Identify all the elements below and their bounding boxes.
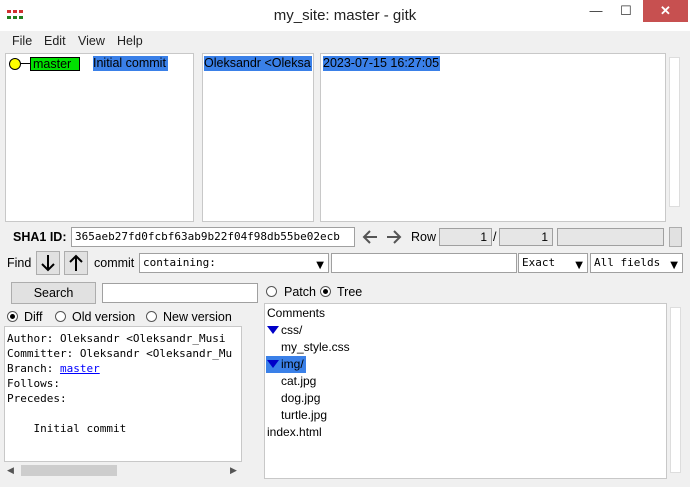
find-label: Find bbox=[7, 256, 32, 270]
commit-list-scrollbar[interactable] bbox=[666, 53, 683, 222]
find-input[interactable] bbox=[331, 253, 517, 273]
commit-dot[interactable] bbox=[9, 58, 21, 70]
committer-line: Committer: Oleksandr <Oleksandr_Mu bbox=[7, 347, 233, 360]
tree-folder-img[interactable]: img/ bbox=[281, 356, 304, 373]
chevron-down-icon: ▼ bbox=[575, 260, 583, 271]
menu-file[interactable]: File bbox=[12, 31, 32, 51]
details-h-scrollbar[interactable]: ◀ ▶ bbox=[4, 462, 242, 479]
menu-edit[interactable]: Edit bbox=[44, 31, 66, 51]
find-mode-value: Exact bbox=[522, 256, 556, 269]
find-fields-select[interactable]: All fields ▼ bbox=[590, 253, 683, 273]
precedes-line: Precedes: bbox=[7, 392, 67, 405]
find-down-button[interactable] bbox=[36, 251, 60, 275]
tree-file-index[interactable]: index.html bbox=[267, 424, 322, 441]
commit-message-text: Initial commit bbox=[7, 422, 127, 435]
chevron-down-icon: ▼ bbox=[316, 260, 324, 271]
patch-label: Patch bbox=[284, 285, 316, 299]
branch-link[interactable]: master bbox=[60, 362, 100, 375]
commit-date[interactable]: 2023-07-15 16:27:05 bbox=[323, 56, 440, 71]
sha1-label: SHA1 ID: bbox=[13, 230, 67, 244]
find-type-select[interactable]: containing: ▼ bbox=[139, 253, 329, 273]
commit-author[interactable]: Oleksandr <Oleksa bbox=[204, 56, 312, 71]
search-input[interactable] bbox=[102, 283, 258, 303]
find-type-value: containing: bbox=[143, 256, 216, 269]
old-version-radio[interactable] bbox=[55, 311, 66, 322]
maximize-button[interactable]: ☐ bbox=[613, 0, 639, 22]
menu-view[interactable]: View bbox=[78, 31, 105, 51]
find-fields-value: All fields bbox=[594, 256, 661, 269]
back-arrow-icon[interactable] bbox=[360, 227, 380, 247]
file-tree-pane[interactable]: Comments css/ my_style.css img/ cat.jpg … bbox=[264, 303, 667, 479]
new-version-label: New version bbox=[163, 310, 232, 324]
row-label: Row bbox=[411, 230, 437, 244]
file-tree-scrollbar[interactable] bbox=[667, 303, 684, 479]
find-mode-select[interactable]: Exact ▼ bbox=[518, 253, 588, 273]
date-pane[interactable] bbox=[320, 53, 666, 222]
search-button[interactable]: Search bbox=[11, 282, 96, 304]
expanded-folder-icon[interactable] bbox=[267, 360, 279, 368]
tree-file-my-style[interactable]: my_style.css bbox=[281, 339, 350, 356]
patch-radio[interactable] bbox=[266, 286, 277, 297]
tree-comments[interactable]: Comments bbox=[267, 305, 325, 322]
branch-tag-master[interactable]: master bbox=[30, 57, 80, 71]
chevron-down-icon: ▼ bbox=[670, 260, 678, 271]
arrow-down-icon bbox=[41, 255, 55, 272]
diff-label: Diff bbox=[24, 310, 43, 324]
expanded-folder-icon[interactable] bbox=[267, 326, 279, 334]
arrow-up-icon bbox=[69, 254, 83, 271]
branch-line: Branch: master bbox=[7, 362, 100, 375]
diff-radio[interactable] bbox=[7, 311, 18, 322]
tree-file-turtle[interactable]: turtle.jpg bbox=[281, 407, 327, 424]
sha1-input[interactable]: 365aeb27fd0fcbf63ab9b22f04f98db55be02ecb bbox=[71, 227, 355, 247]
commit-label: commit bbox=[94, 256, 135, 270]
row-total: 1 bbox=[499, 228, 553, 246]
progress-bar bbox=[557, 228, 664, 246]
close-button[interactable]: ✕ bbox=[643, 0, 688, 22]
tree-radio[interactable] bbox=[320, 286, 331, 297]
tree-label: Tree bbox=[337, 285, 363, 299]
scroll-thumb[interactable] bbox=[21, 465, 117, 476]
row-separator: / bbox=[493, 230, 497, 244]
commit-details-pane[interactable]: Author: Oleksandr <Oleksandr_Musi Commit… bbox=[4, 326, 242, 462]
follows-line: Follows: bbox=[7, 377, 60, 390]
old-version-label: Old version bbox=[72, 310, 136, 324]
menu-help[interactable]: Help bbox=[117, 31, 143, 51]
commit-graph-pane[interactable] bbox=[5, 53, 194, 222]
find-up-button[interactable] bbox=[64, 251, 88, 275]
forward-arrow-icon[interactable] bbox=[384, 227, 404, 247]
pane-grip[interactable] bbox=[669, 227, 682, 247]
minimize-button[interactable]: — bbox=[583, 0, 609, 22]
new-version-radio[interactable] bbox=[146, 311, 157, 322]
author-line: Author: Oleksandr <Oleksandr_Musi bbox=[7, 332, 226, 345]
tree-file-cat[interactable]: cat.jpg bbox=[281, 373, 316, 390]
tree-file-dog[interactable]: dog.jpg bbox=[281, 390, 320, 407]
author-pane[interactable] bbox=[202, 53, 314, 222]
scroll-left-icon[interactable]: ◀ bbox=[7, 465, 14, 476]
scroll-right-icon[interactable]: ▶ bbox=[230, 465, 237, 476]
commit-message[interactable]: Initial commit bbox=[93, 56, 168, 71]
tree-folder-css[interactable]: css/ bbox=[281, 322, 302, 339]
row-current: 1 bbox=[439, 228, 492, 246]
